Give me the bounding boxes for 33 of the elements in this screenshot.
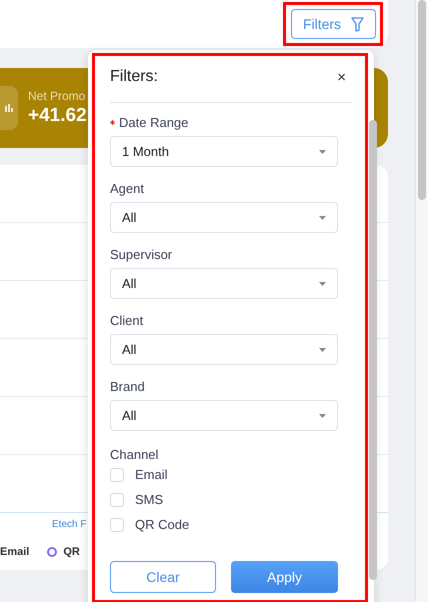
field-label: Client	[110, 313, 144, 328]
legend-label: QR	[63, 546, 80, 558]
caret-icon	[319, 414, 326, 418]
caret-icon	[319, 282, 326, 286]
field-label: Channel	[110, 447, 160, 462]
field-label: Supervisor	[110, 247, 172, 262]
banner-label: Net Promo	[28, 89, 86, 103]
select-field[interactable]: 1 Month	[110, 136, 338, 167]
select-field[interactable]: All	[110, 268, 338, 299]
select-field[interactable]: All	[110, 400, 338, 431]
panel-scrollbar[interactable]	[369, 120, 377, 580]
close-button[interactable]: ×	[335, 68, 348, 86]
checkbox[interactable]	[110, 518, 124, 532]
page-scrollbar[interactable]	[415, 0, 428, 602]
banner-value: +41.62	[28, 105, 87, 127]
legend-label: Email	[0, 546, 30, 558]
chart-icon	[0, 86, 18, 130]
checkbox[interactable]	[110, 492, 124, 506]
checkbox-label[interactable]: QR Code	[135, 517, 190, 532]
filter-icon	[351, 16, 364, 32]
select-field[interactable]: All	[110, 334, 338, 365]
panel-title: Filters:	[110, 68, 158, 86]
field-label: Agent	[110, 181, 144, 196]
checkbox-label[interactable]: SMS	[135, 492, 164, 507]
legend-marker-icon	[47, 547, 58, 557]
checkbox-label[interactable]: Email	[135, 467, 168, 482]
field-label: Date Range	[119, 115, 188, 130]
caret-icon	[319, 348, 326, 352]
checkbox[interactable]	[110, 468, 124, 482]
footer-link[interactable]: Etech F	[52, 519, 86, 530]
field-label: Brand	[110, 379, 145, 394]
caret-icon	[319, 216, 326, 220]
select-field[interactable]: All	[110, 202, 338, 233]
